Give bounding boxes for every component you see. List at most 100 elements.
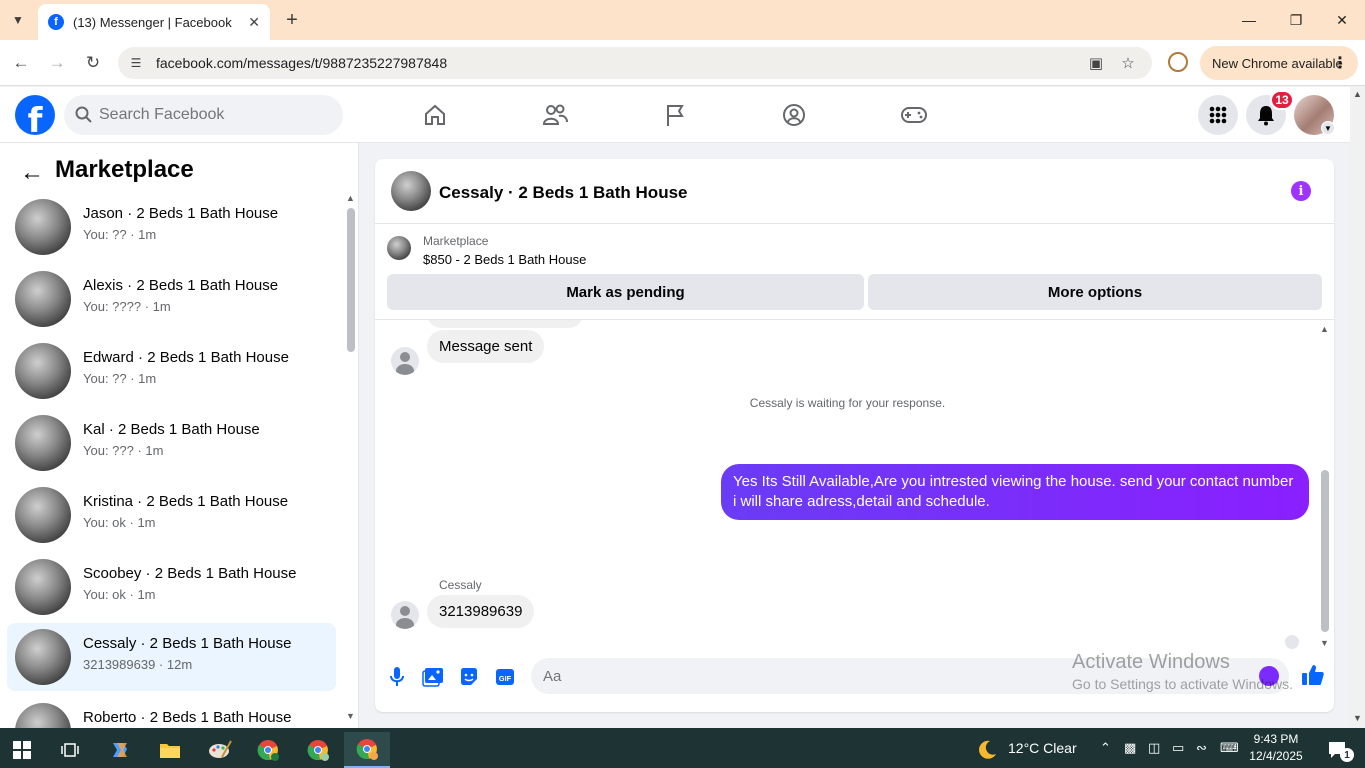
- back-arrow-icon[interactable]: ←: [18, 159, 46, 187]
- home-nav-icon[interactable]: [405, 95, 465, 135]
- marketplace-chats-sidebar: ← Marketplace Jason · 2 Beds 1 Bath Hous…: [0, 143, 359, 728]
- scroll-up-arrow-icon[interactable]: ▲: [1353, 89, 1362, 99]
- sticker-icon[interactable]: [456, 664, 482, 690]
- scroll-down-arrow-icon[interactable]: ▼: [346, 711, 355, 721]
- chrome-profile-icon[interactable]: [1168, 52, 1188, 72]
- new-chrome-label: New Chrome available: [1212, 55, 1343, 71]
- scroll-up-arrow-icon[interactable]: ▲: [346, 193, 355, 203]
- conversation-item[interactable]: Scoobey · 2 Beds 1 Bath House You: ok · …: [7, 553, 336, 621]
- chrome-menu-icon[interactable]: ⋮: [1332, 53, 1348, 73]
- scroll-up-arrow-icon[interactable]: ▲: [1320, 324, 1329, 334]
- microphone-icon[interactable]: [384, 664, 410, 690]
- scrollbar-thumb[interactable]: [1321, 470, 1329, 632]
- chat-title[interactable]: Cessaly · 2 Beds 1 Bath House: [439, 183, 687, 203]
- conversation-name: Cessaly · 2 Beds 1 Bath House: [83, 635, 292, 652]
- menu-grid-icon[interactable]: [1198, 95, 1238, 135]
- activate-windows-subtitle: Go to Settings to activate Windows.: [1072, 676, 1293, 692]
- url-text: facebook.com/messages/t/9887235227987848: [156, 55, 448, 71]
- marketplace-label: Marketplace: [423, 234, 489, 248]
- close-window-icon[interactable]: ✕: [1327, 8, 1357, 32]
- friends-nav-icon[interactable]: [525, 95, 585, 135]
- facebook-search[interactable]: [64, 95, 343, 135]
- gif-icon[interactable]: GIF: [492, 664, 518, 690]
- search-icon: [75, 106, 92, 123]
- conversation-item[interactable]: Edward · 2 Beds 1 Bath House You: ?? · 1…: [7, 337, 336, 405]
- message-thread: Message sent Cessaly is waiting for your…: [375, 319, 1334, 652]
- notification-center-icon[interactable]: 1: [1318, 732, 1358, 768]
- conversation-item[interactable]: Jason · 2 Beds 1 Bath House You: ?? · 1m: [7, 193, 336, 261]
- scrollbar-thumb[interactable]: [347, 208, 355, 352]
- chrome-profile-k-icon[interactable]: [248, 732, 288, 768]
- site-info-icon[interactable]: ☰: [128, 55, 144, 71]
- address-bar[interactable]: ☰ facebook.com/messages/t/98872352279878…: [118, 47, 1152, 79]
- pages-flag-nav-icon[interactable]: [645, 95, 705, 135]
- listing-price-title[interactable]: $850 - 2 Beds 1 Bath House: [423, 252, 586, 267]
- chat-panel: Cessaly · 2 Beds 1 Bath House i Marketpl…: [375, 159, 1334, 712]
- photo-gallery-icon[interactable]: [420, 664, 446, 690]
- listing-thumbnail: [15, 629, 71, 685]
- scroll-down-arrow-icon[interactable]: ▼: [1353, 713, 1362, 723]
- messages-scrollbar[interactable]: ▲ ▼: [1319, 320, 1331, 652]
- back-arrow-icon[interactable]: ←: [9, 51, 33, 75]
- weather-text[interactable]: 12°C Clear: [1008, 740, 1077, 756]
- device-icon[interactable]: ▩: [1124, 740, 1136, 756]
- info-icon[interactable]: i: [1291, 181, 1311, 201]
- conversation-snippet: You: ok · 1m: [83, 587, 156, 602]
- conversation-name: Scoobey · 2 Beds 1 Bath House: [83, 565, 297, 582]
- waiting-status-text: Cessaly is waiting for your response.: [749, 396, 946, 410]
- conversation-item-active[interactable]: Cessaly · 2 Beds 1 Bath House 3213989639…: [7, 623, 336, 691]
- new-tab-button[interactable]: +: [280, 8, 304, 32]
- new-chrome-available-button[interactable]: New Chrome available ⋮: [1200, 46, 1358, 80]
- sender-name: Cessaly: [439, 578, 482, 592]
- listing-thumbnail: [15, 271, 71, 327]
- clock-time: 9:43 PM: [1253, 732, 1299, 746]
- svg-text:GIF: GIF: [499, 674, 512, 683]
- restore-window-icon[interactable]: ❐: [1281, 8, 1311, 32]
- conversation-snippet: You: ok · 1m: [83, 515, 156, 530]
- chrome-profile-icon[interactable]: [298, 732, 338, 768]
- copilot-icon[interactable]: [100, 732, 140, 768]
- gaming-nav-icon[interactable]: [884, 95, 944, 135]
- windows-start-icon[interactable]: [2, 732, 42, 768]
- contact-avatar: [391, 347, 419, 375]
- defender-icon[interactable]: ◫: [1148, 740, 1160, 756]
- groups-nav-icon[interactable]: [764, 95, 824, 135]
- conversation-name: Roberto · 2 Beds 1 Bath House: [83, 709, 292, 726]
- task-view-icon[interactable]: [50, 732, 90, 768]
- browser-tab-active[interactable]: f (13) Messenger | Facebook ✕: [38, 4, 270, 40]
- close-tab-icon[interactable]: ✕: [248, 14, 260, 31]
- tab-search-chevron-icon[interactable]: ▼: [6, 8, 30, 32]
- thumbs-up-like-icon[interactable]: [1299, 661, 1327, 689]
- file-explorer-icon[interactable]: [150, 732, 190, 768]
- account-chevron-down-icon[interactable]: ▼: [1321, 121, 1335, 135]
- forward-arrow-icon[interactable]: →: [45, 51, 69, 75]
- conversation-item[interactable]: Kal · 2 Beds 1 Bath House You: ??? · 1m: [7, 409, 336, 477]
- show-hidden-icons-chevron-icon[interactable]: ⌃: [1100, 740, 1111, 756]
- taskbar-clock[interactable]: 9:43 PM 12/4/2025: [1236, 731, 1316, 765]
- page-scrollbar[interactable]: ▲ ▼: [1350, 87, 1365, 728]
- chrome-active-window-icon[interactable]: [344, 732, 390, 768]
- marketplace-listing-thumbnail[interactable]: [387, 236, 411, 260]
- mark-as-pending-button[interactable]: Mark as pending: [387, 274, 864, 310]
- install-app-icon[interactable]: ▣: [1086, 53, 1106, 73]
- search-input[interactable]: [99, 95, 329, 135]
- reload-icon[interactable]: ↻: [81, 51, 105, 75]
- conversation-item[interactable]: Kristina · 2 Beds 1 Bath House You: ok ·…: [7, 481, 336, 549]
- scroll-down-arrow-icon[interactable]: ▼: [1320, 638, 1329, 648]
- minimize-window-icon[interactable]: —: [1234, 8, 1264, 32]
- facebook-logo-icon[interactable]: f: [15, 95, 55, 135]
- more-options-button[interactable]: More options: [868, 274, 1322, 310]
- weather-moon-icon[interactable]: [970, 732, 1004, 768]
- chat-listing-thumbnail[interactable]: [391, 171, 431, 211]
- conversation-snippet: You: ?? · 1m: [83, 371, 157, 386]
- conversation-item[interactable]: Roberto · 2 Beds 1 Bath House: [7, 697, 336, 728]
- battery-icon[interactable]: ▭: [1172, 740, 1184, 756]
- conversation-name: Kal · 2 Beds 1 Bath House: [83, 421, 260, 438]
- wifi-icon[interactable]: ∾: [1196, 740, 1207, 756]
- conversation-item[interactable]: Alexis · 2 Beds 1 Bath House You: ???? ·…: [7, 265, 336, 333]
- paint-app-icon[interactable]: [200, 732, 240, 768]
- bookmark-star-icon[interactable]: ☆: [1118, 53, 1138, 73]
- listing-thumbnail: [15, 199, 71, 255]
- sidebar-scrollbar[interactable]: ▲ ▼: [344, 193, 358, 725]
- clock-date: 12/4/2025: [1249, 749, 1303, 763]
